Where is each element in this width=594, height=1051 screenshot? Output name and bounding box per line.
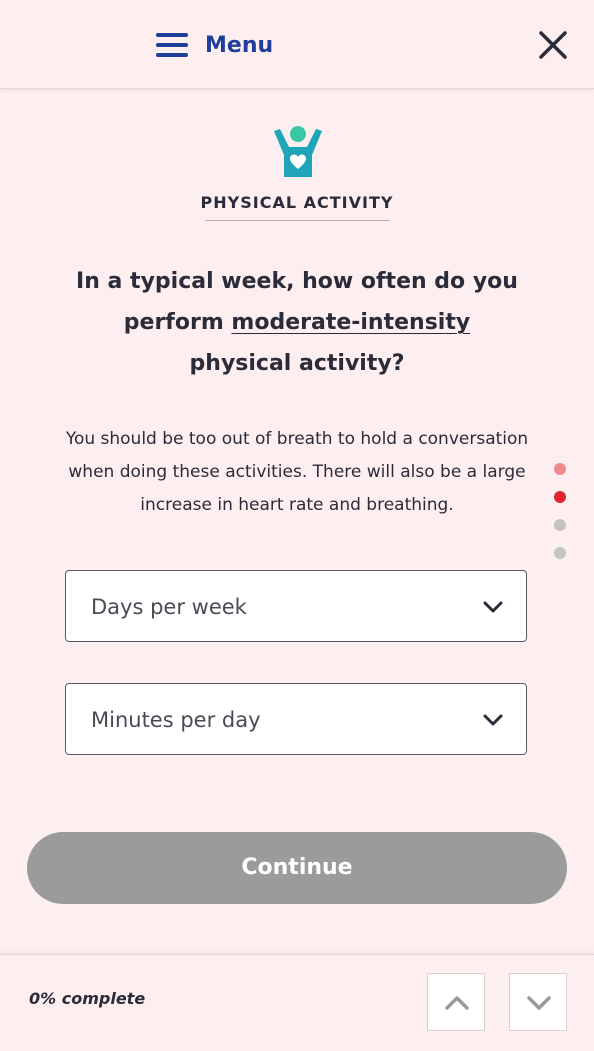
category-title: PHYSICAL ACTIVITY (200, 193, 394, 212)
question-emphasis: moderate-intensity (231, 310, 471, 335)
minutes-per-day-placeholder: Minutes per day (91, 708, 261, 732)
minutes-per-day-select[interactable]: Minutes per day (65, 683, 527, 755)
step-dot (554, 463, 566, 475)
continue-button[interactable]: Continue (27, 832, 567, 904)
menu-label: Menu (205, 32, 274, 58)
close-icon (539, 31, 567, 59)
question-after: physical activity? (189, 351, 405, 376)
progress-footer: 0% complete (0, 954, 594, 1051)
days-per-week-select[interactable]: Days per week (65, 570, 527, 642)
question-text: In a typical week, how often do you perf… (70, 261, 524, 384)
next-question-button[interactable] (509, 973, 567, 1031)
step-dot (554, 547, 566, 559)
chevron-down-icon (483, 714, 503, 726)
close-button[interactable] (536, 28, 570, 62)
step-indicator (554, 463, 566, 575)
step-dot (554, 519, 566, 531)
chevron-down-icon (527, 996, 551, 1010)
chevron-down-icon (483, 601, 503, 613)
progress-label: 0% complete (29, 989, 146, 1008)
menu-button[interactable]: Menu (156, 28, 273, 62)
step-dot (554, 491, 566, 503)
top-bar: Menu (0, 0, 594, 89)
previous-question-button[interactable] (427, 973, 485, 1031)
category-underline (205, 220, 390, 221)
hamburger-icon (156, 33, 188, 57)
chevron-up-icon (445, 996, 469, 1010)
days-per-week-placeholder: Days per week (91, 595, 247, 619)
helper-text: You should be too out of breath to hold … (65, 429, 529, 515)
person-heart-icon (274, 126, 322, 177)
